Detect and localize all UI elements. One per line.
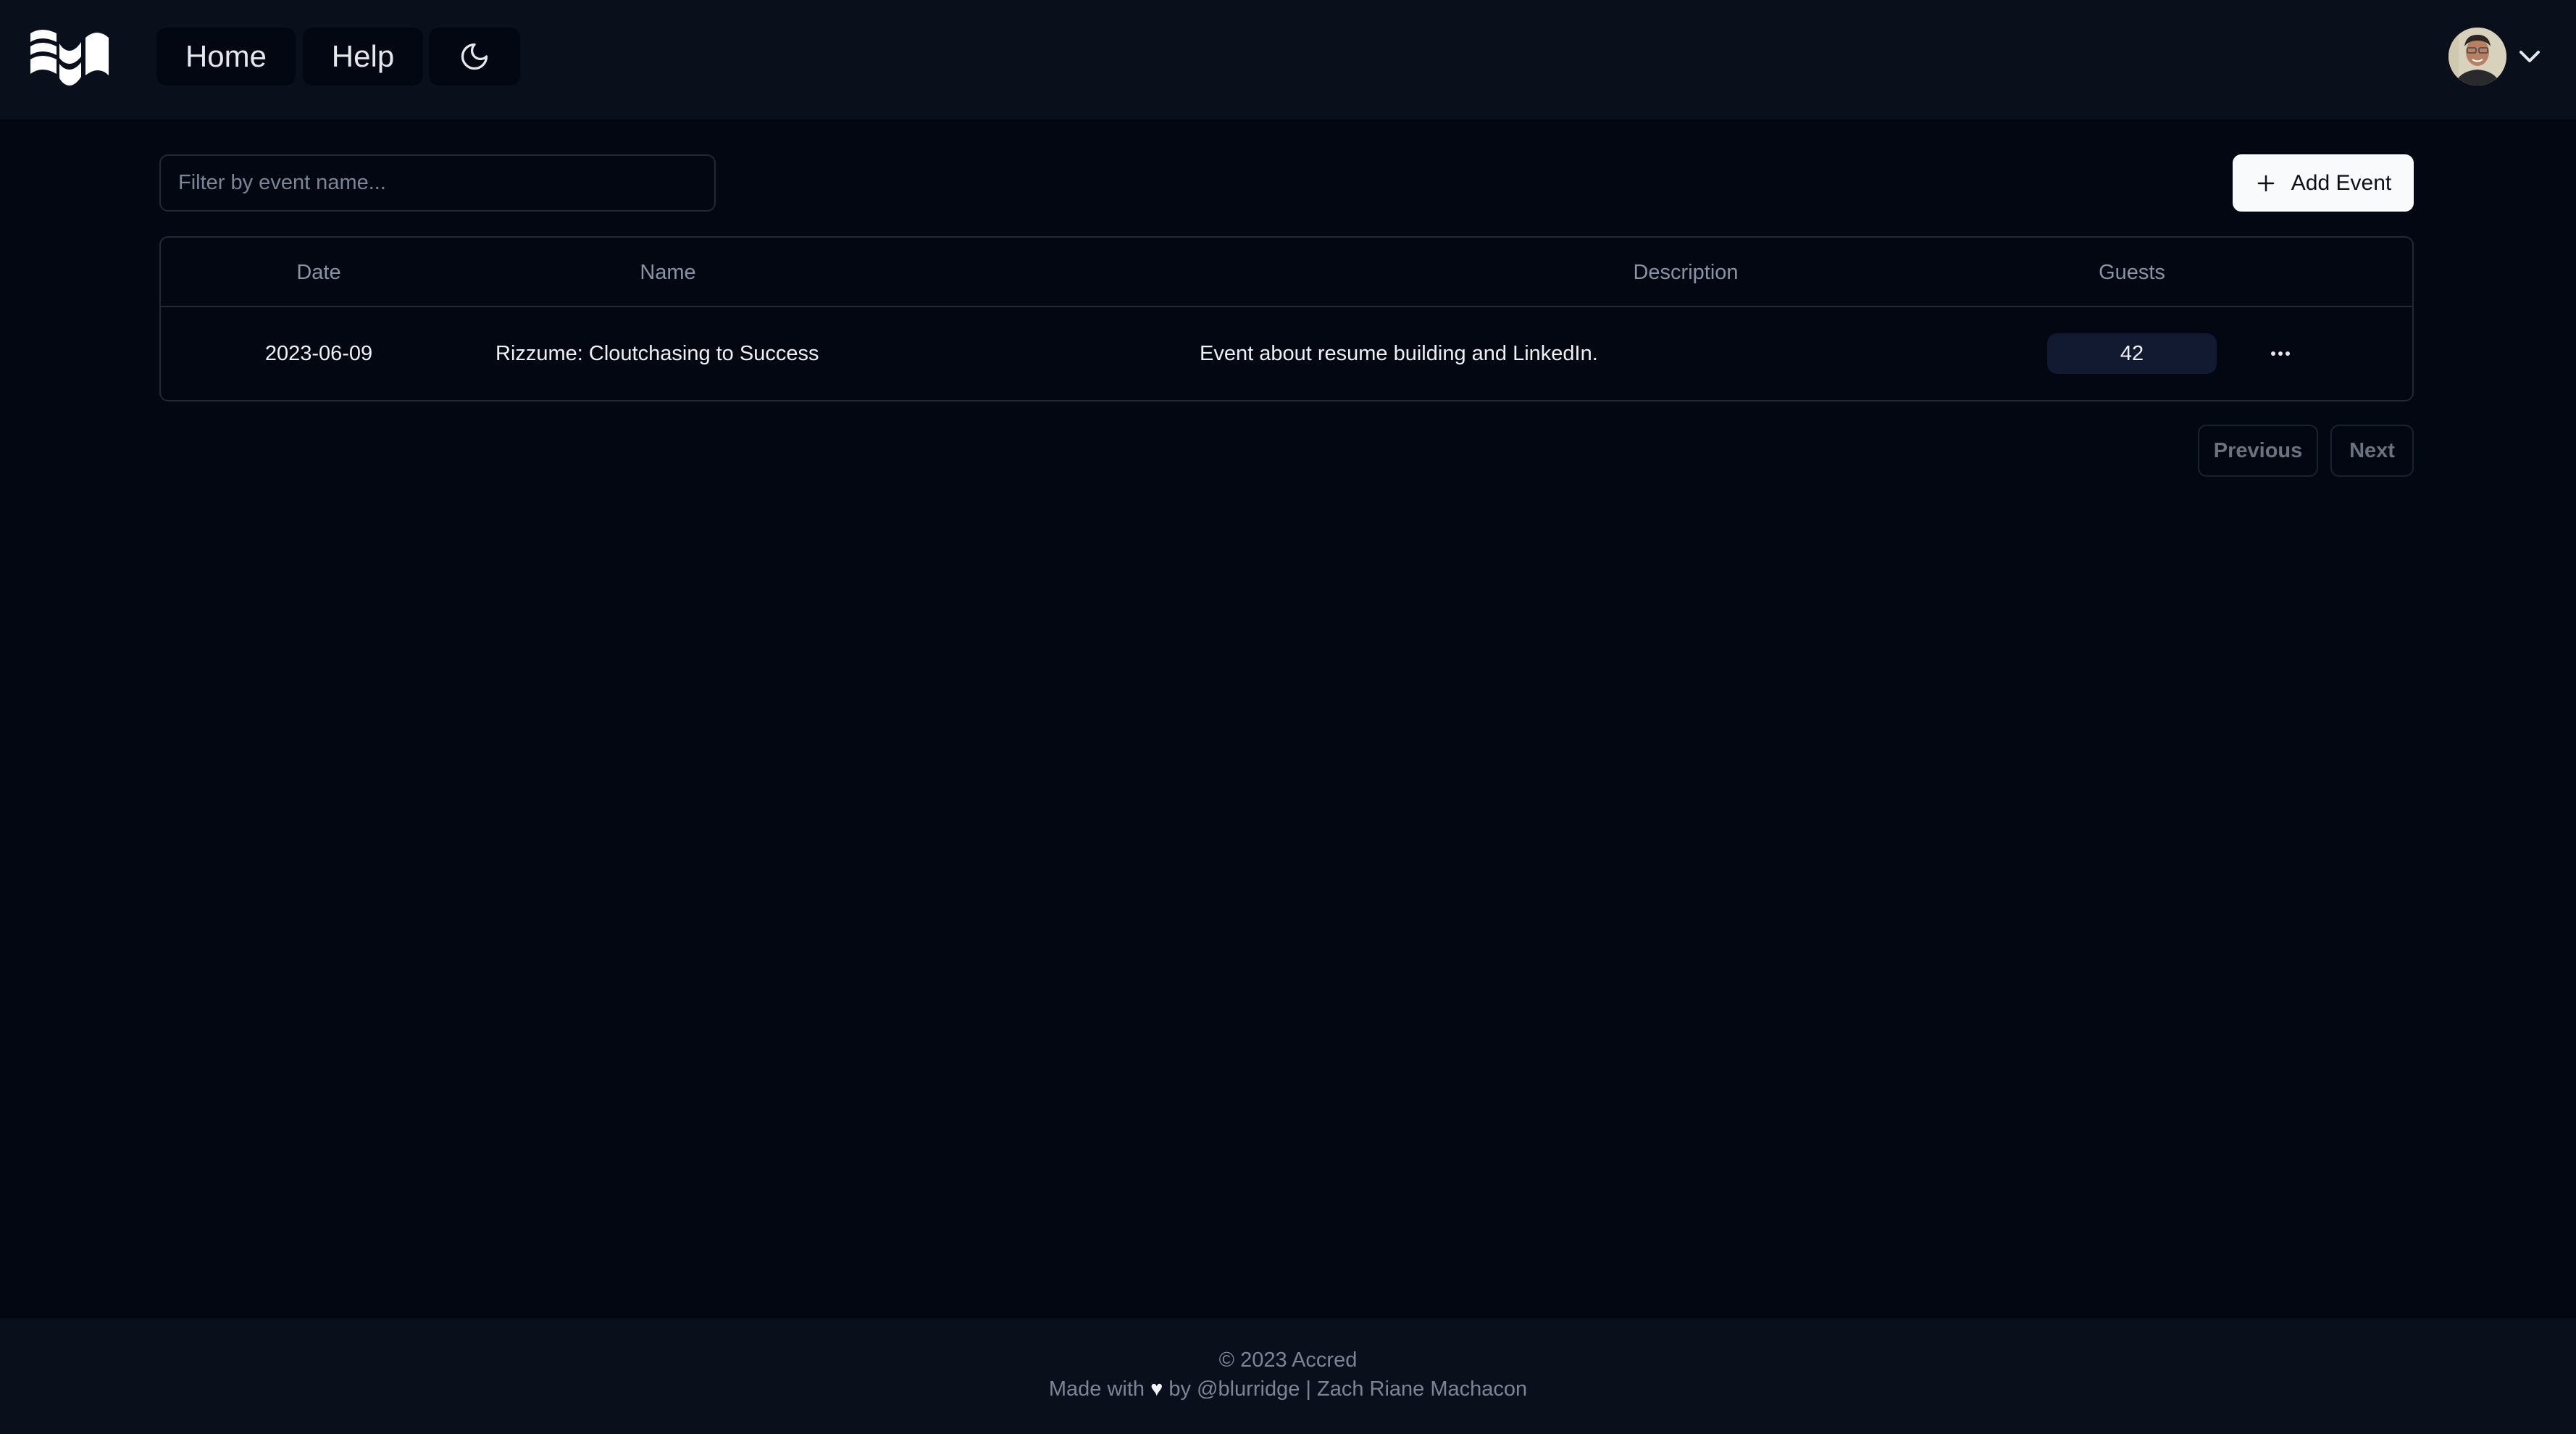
table-header-row: Date Name Description Guests bbox=[161, 238, 2412, 307]
add-event-label: Add Event bbox=[2291, 170, 2392, 195]
credits-line: Made with ♥ by @blurridge | Zach Riane M… bbox=[0, 1377, 2576, 1401]
more-horizontal-icon bbox=[2271, 351, 2290, 356]
cell-description: Event about resume building and LinkedIn… bbox=[1200, 341, 1598, 365]
moon-icon bbox=[461, 43, 488, 70]
next-label: Next bbox=[2349, 438, 2395, 462]
events-table: Date Name Description Guests 2023-06-09 … bbox=[159, 236, 2414, 401]
cell-name: Rizzume: Cloutchasing to Success bbox=[495, 341, 819, 365]
column-header-description[interactable]: Description bbox=[1559, 238, 1812, 307]
event-filter-input[interactable] bbox=[159, 154, 716, 212]
user-avatar[interactable] bbox=[2449, 28, 2506, 86]
nav-help-label: Help bbox=[331, 39, 395, 73]
add-event-button[interactable]: Add Event bbox=[2233, 154, 2414, 212]
credits-text: by @blurridge | Zach Riane Machacon bbox=[1168, 1377, 1528, 1401]
previous-page-button[interactable]: Previous bbox=[2198, 425, 2318, 477]
table-row[interactable]: 2023-06-09 Rizzume: Cloutchasing to Succ… bbox=[161, 307, 2412, 400]
guests-count: 42 bbox=[2120, 341, 2144, 365]
nav-help-button[interactable]: Help bbox=[303, 28, 423, 86]
heart-icon: ♥ bbox=[1150, 1377, 1163, 1401]
chevron-down-icon[interactable] bbox=[2515, 43, 2544, 70]
row-actions-button[interactable] bbox=[2266, 339, 2295, 368]
column-header-name[interactable]: Name bbox=[495, 238, 840, 307]
cell-date: 2023-06-09 bbox=[264, 341, 373, 365]
column-header-date[interactable]: Date bbox=[161, 238, 477, 307]
top-navbar: Home Help bbox=[0, 0, 2576, 120]
page-footer: © 2023 Accred Made with ♥ by @blurridge … bbox=[0, 1318, 2576, 1434]
copyright-text: © 2023 Accred bbox=[1218, 1348, 1358, 1372]
column-header-guests[interactable]: Guests bbox=[2049, 238, 2215, 307]
nav-home-button[interactable]: Home bbox=[156, 28, 296, 86]
plus-icon bbox=[2257, 175, 2275, 191]
accred-logo-icon[interactable] bbox=[29, 29, 125, 88]
made-with-text: Made with bbox=[1048, 1377, 1145, 1401]
user-photo-icon bbox=[2449, 28, 2506, 86]
guests-count-badge: 42 bbox=[2047, 333, 2217, 374]
previous-label: Previous bbox=[2213, 438, 2303, 462]
theme-toggle-button[interactable] bbox=[429, 28, 520, 86]
next-page-button[interactable]: Next bbox=[2330, 425, 2414, 477]
nav-home-label: Home bbox=[185, 39, 267, 73]
